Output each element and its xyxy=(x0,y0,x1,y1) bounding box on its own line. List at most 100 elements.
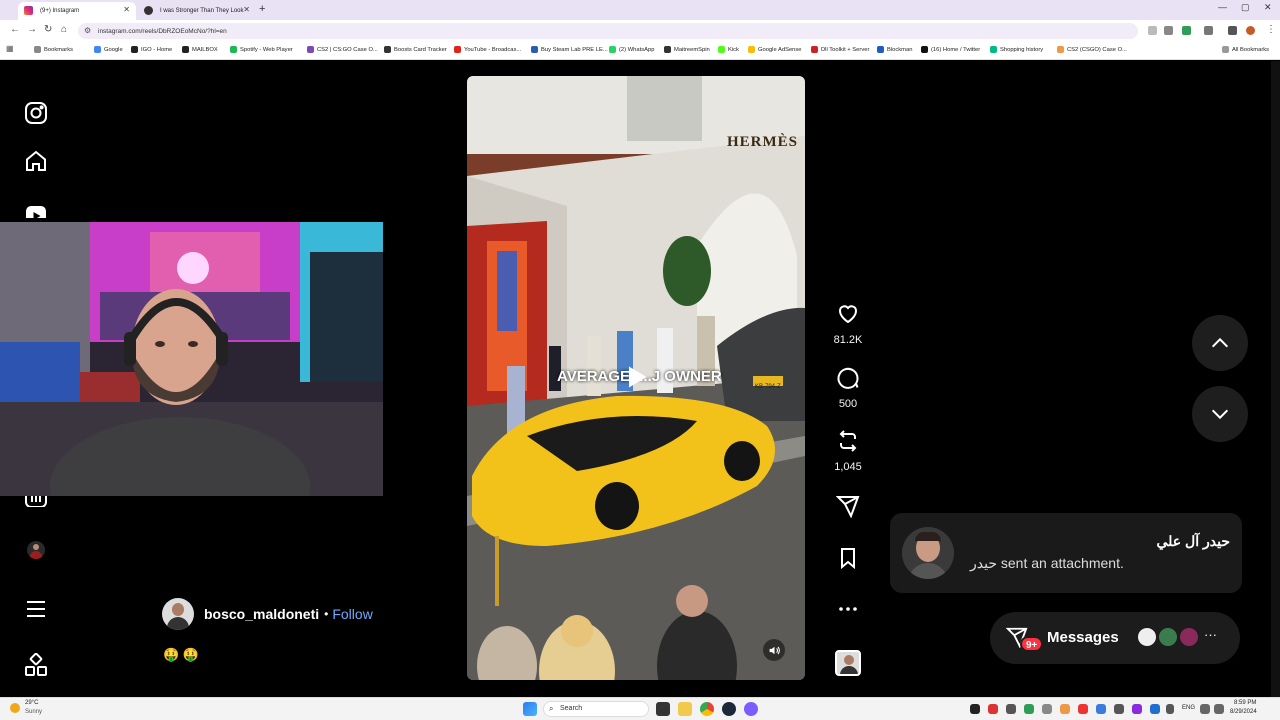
comment-icon[interactable] xyxy=(836,366,860,390)
taskbar-search[interactable]: ⌕ Search xyxy=(543,701,649,717)
bookmark-icon[interactable] xyxy=(836,546,860,570)
share-action[interactable] xyxy=(818,494,878,523)
extension-icon[interactable] xyxy=(1182,26,1191,35)
tray-app-icon[interactable] xyxy=(1060,704,1070,714)
tray-app-icon[interactable] xyxy=(1024,704,1034,714)
reels-nav-icon[interactable] xyxy=(24,204,48,218)
url-field[interactable]: ⚙ instagram.com/reels/DbRZOEoMcNo/?hl=en xyxy=(78,23,1138,39)
home-nav-icon[interactable] xyxy=(24,149,48,173)
bluetooth-icon[interactable] xyxy=(1150,704,1160,714)
previous-reel-button[interactable] xyxy=(1192,315,1248,371)
play-icon[interactable] xyxy=(622,363,650,391)
more-options-action[interactable] xyxy=(818,597,878,626)
tab-instagram[interactable]: (9+) Instagram ✕ xyxy=(18,2,136,20)
chrome-icon[interactable] xyxy=(700,702,714,716)
maximize-icon[interactable]: ▢ xyxy=(1241,2,1250,13)
minimize-icon[interactable]: — xyxy=(1218,2,1227,12)
also-from-meta-icon[interactable] xyxy=(24,652,48,677)
author-username[interactable]: bosco_maldoneti xyxy=(204,606,319,622)
start-windows-icon[interactable] xyxy=(523,702,537,716)
repost-icon[interactable] xyxy=(836,429,860,453)
messages-button[interactable]: 9+ Messages ··· xyxy=(990,612,1240,664)
apps-grid-icon[interactable]: ▦ xyxy=(6,44,14,53)
bookmark-item[interactable]: Google xyxy=(94,46,123,53)
page-scrollbar[interactable] xyxy=(1271,61,1280,697)
more-menu-icon[interactable] xyxy=(24,597,48,621)
more-dots-icon[interactable] xyxy=(836,597,860,621)
bookmark-item[interactable]: YouTube - Broadcas... xyxy=(454,46,521,53)
bookmark-item[interactable]: IGO - Home xyxy=(131,46,172,53)
clock-date[interactable]: 8/29/2024 xyxy=(1230,709,1257,715)
menu-kebab-icon[interactable]: ⋮ xyxy=(1266,24,1276,35)
audio-thumbnail[interactable] xyxy=(835,650,861,676)
like-action[interactable]: 81.2K xyxy=(818,302,878,346)
bookmark-item[interactable]: Buy Steam Lab PRE LE... xyxy=(531,46,608,53)
close-tab-icon[interactable]: ✕ xyxy=(243,5,250,14)
extensions-puzzle-icon[interactable] xyxy=(1204,26,1213,35)
microphone-icon[interactable] xyxy=(1166,704,1174,714)
discord-icon[interactable] xyxy=(744,702,758,716)
new-tab-button[interactable]: + xyxy=(259,3,265,15)
author-avatar[interactable] xyxy=(162,598,194,630)
tray-app-icon[interactable] xyxy=(988,704,998,714)
back-icon[interactable]: ← xyxy=(10,24,20,35)
file-explorer-icon[interactable] xyxy=(678,702,692,716)
profile-nav-avatar[interactable] xyxy=(27,541,45,559)
bookmark-item[interactable]: Blockman xyxy=(877,46,912,53)
next-reel-button[interactable] xyxy=(1192,386,1248,442)
bookmark-item[interactable]: CS2 (CSGO) Case O... xyxy=(1057,46,1127,53)
profile-avatar-icon[interactable] xyxy=(1246,26,1255,35)
close-tab-icon[interactable]: ✕ xyxy=(123,5,130,14)
clock-time[interactable]: 8:59 PM xyxy=(1234,700,1256,706)
weather-icon[interactable] xyxy=(10,703,20,713)
tab-video[interactable]: I was Stronger Than They Look ✕ xyxy=(138,2,256,20)
steam-icon[interactable] xyxy=(722,702,736,716)
mute-toggle-icon[interactable] xyxy=(763,639,785,661)
bookmark-item[interactable]: CS2 | CS:GO Case O... xyxy=(307,46,378,53)
task-view-icon[interactable] xyxy=(656,702,670,716)
extension-icon[interactable] xyxy=(1148,26,1157,35)
all-bookmarks-link[interactable]: All Bookmarks xyxy=(1222,46,1269,53)
comment-action[interactable]: 500 xyxy=(818,366,878,410)
tray-app-icon[interactable] xyxy=(1132,704,1142,714)
bookmark-item[interactable]: (16) Home / Twitter xyxy=(921,46,980,53)
reload-icon[interactable]: ↻ xyxy=(44,24,52,35)
tray-app-icon[interactable] xyxy=(1042,704,1052,714)
download-icon[interactable] xyxy=(1228,26,1237,35)
bookmark-item[interactable]: (2) WhatsApp xyxy=(609,46,654,53)
bookmark-item[interactable]: Shopping history xyxy=(990,46,1043,53)
bookmark-item[interactable]: Spotify - Web Player xyxy=(230,46,293,53)
bookmark-item[interactable]: Boosts Card Tracker xyxy=(384,46,447,53)
extension-icon[interactable] xyxy=(1164,26,1173,35)
language-indicator[interactable]: ENG xyxy=(1182,705,1195,711)
contact-avatar xyxy=(1157,626,1179,648)
repost-action[interactable]: 1,045 xyxy=(818,429,878,473)
bookmark-item[interactable]: Google AdSense xyxy=(748,46,802,53)
tray-app-icon[interactable] xyxy=(1096,704,1106,714)
tray-app-icon[interactable] xyxy=(1114,704,1124,714)
tab-strip: (9+) Instagram ✕ I was Stronger Than The… xyxy=(0,0,1280,20)
instagram-logo-icon[interactable] xyxy=(24,101,48,125)
bookmark-item[interactable]: Bookmarks xyxy=(34,46,73,53)
heart-icon[interactable] xyxy=(836,302,860,326)
bookmark-item[interactable]: MaitreemSpin xyxy=(664,46,710,53)
site-info-icon[interactable]: ⚙ xyxy=(84,26,91,35)
share-icon[interactable] xyxy=(835,494,860,519)
save-action[interactable] xyxy=(818,546,878,575)
bookmark-item[interactable]: MAILBOX xyxy=(182,46,218,53)
reel-video[interactable]: HERMÈS AVERAGE: ...J OWNER KB-794-Z xyxy=(467,76,805,680)
reel-caption[interactable]: 🤑 🤑 xyxy=(163,647,199,663)
volume-icon[interactable] xyxy=(1214,704,1224,714)
network-icon[interactable] xyxy=(1200,704,1210,714)
close-window-icon[interactable]: ✕ xyxy=(1264,2,1272,13)
tray-app-icon[interactable] xyxy=(970,704,980,714)
message-notification[interactable]: حيدر آل علي حيدر sent an attachment. xyxy=(890,513,1242,593)
home-icon[interactable]: ⌂ xyxy=(61,24,67,35)
forward-icon[interactable]: → xyxy=(27,24,37,35)
bookmark-item[interactable]: Dll Toolkit + Server xyxy=(811,46,869,53)
tray-app-icon[interactable] xyxy=(1078,704,1088,714)
follow-button[interactable]: Follow xyxy=(332,606,372,622)
tray-app-icon[interactable] xyxy=(1006,704,1016,714)
bookmark-item[interactable]: Kick xyxy=(718,46,739,53)
more-contacts-icon: ··· xyxy=(1204,627,1217,642)
